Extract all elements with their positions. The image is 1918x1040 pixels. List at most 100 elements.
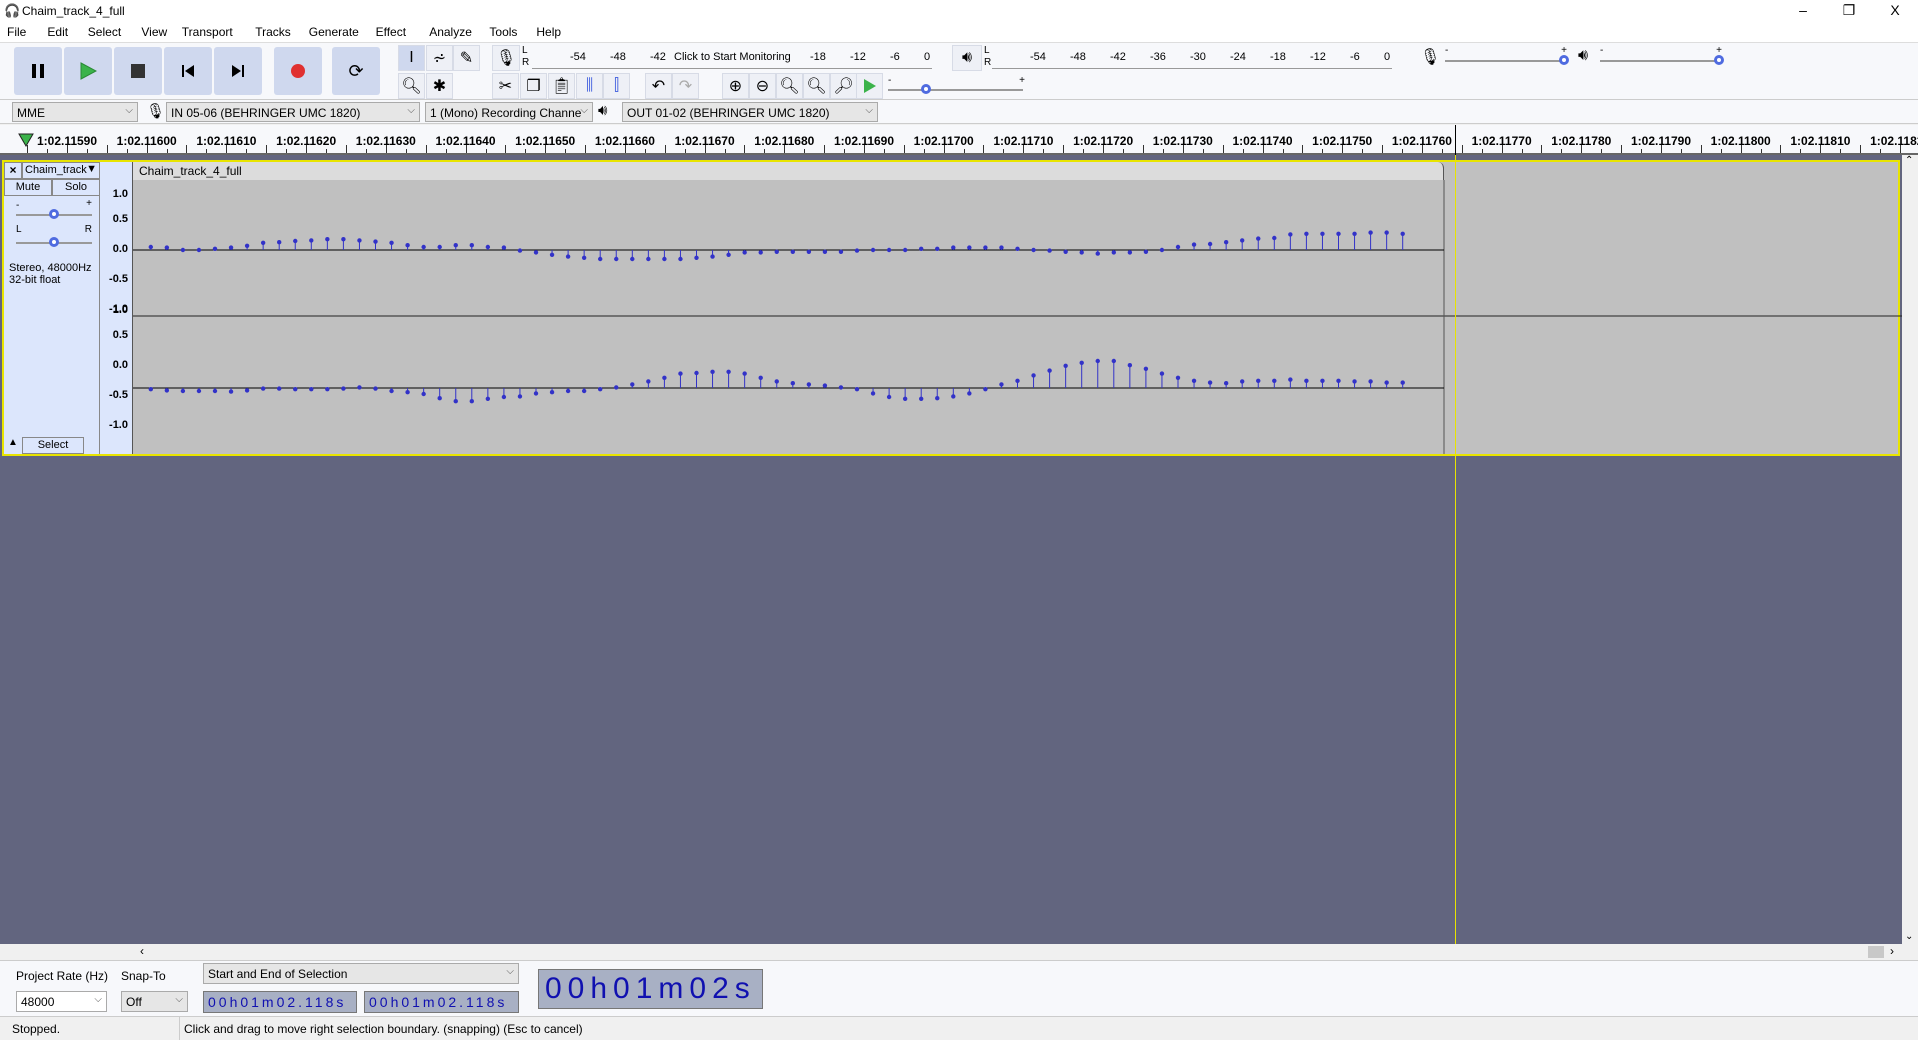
undo-button[interactable]: ↶ (645, 73, 672, 99)
sample-point[interactable] (1304, 231, 1309, 236)
fit-project-button[interactable]: 🔍︎ (803, 73, 830, 99)
scroll-up-icon[interactable]: ⌃ (1905, 155, 1913, 166)
menu-tracks[interactable]: Tracks (255, 25, 291, 39)
sample-point[interactable] (1288, 232, 1293, 237)
sample-point[interactable] (469, 243, 474, 248)
silence-button[interactable]: ⫿ (603, 73, 630, 99)
output-device-select[interactable]: OUT 01-02 (BEHRINGER UMC 1820) ⌵ (622, 102, 878, 122)
sample-point[interactable] (148, 244, 153, 250)
sample-point[interactable] (1111, 250, 1117, 255)
sample-point[interactable] (630, 256, 635, 262)
sample-point[interactable] (1400, 380, 1405, 385)
sample-point[interactable] (1240, 238, 1245, 243)
sample-point[interactable] (1223, 381, 1229, 386)
sample-point[interactable] (742, 250, 747, 255)
sample-point[interactable] (1159, 247, 1165, 253)
menu-edit[interactable]: Edit (47, 25, 68, 39)
skip-to-end-button[interactable] (214, 47, 262, 95)
menu-view[interactable]: View (141, 25, 167, 39)
sample-point[interactable] (1031, 373, 1036, 378)
multi-tool[interactable]: ✱ (426, 73, 453, 99)
sample-point[interactable] (1127, 363, 1133, 368)
sample-point[interactable] (293, 238, 298, 244)
sample-point[interactable] (1352, 379, 1357, 384)
sample-point[interactable] (983, 245, 988, 250)
sample-point[interactable] (405, 243, 410, 248)
sample-point[interactable] (228, 245, 234, 250)
sample-point[interactable] (244, 243, 250, 248)
sample-point[interactable] (212, 246, 218, 251)
sample-point[interactable] (437, 396, 442, 401)
zoom-in-button[interactable]: ⊕ (722, 73, 749, 99)
scrollbar-thumb[interactable] (1868, 946, 1884, 958)
sample-point[interactable] (1191, 378, 1197, 383)
sample-point[interactable] (533, 391, 539, 396)
sample-point[interactable] (164, 388, 170, 393)
sample-point[interactable] (309, 238, 314, 243)
sample-point[interactable] (180, 247, 186, 253)
sample-point[interactable] (212, 388, 218, 394)
waveform[interactable] (4, 162, 1902, 454)
sample-point[interactable] (919, 396, 924, 401)
sample-point[interactable] (1240, 379, 1245, 384)
sample-point[interactable] (951, 394, 956, 399)
menu-transport[interactable]: Transport (182, 25, 233, 39)
sample-point[interactable] (1400, 231, 1405, 236)
sample-point[interactable] (1079, 250, 1084, 255)
sample-point[interactable] (437, 244, 442, 250)
sample-point[interactable] (1111, 358, 1117, 364)
sample-point[interactable] (453, 243, 458, 248)
sample-point[interactable] (293, 387, 298, 392)
sample-point[interactable] (373, 386, 378, 391)
sample-point[interactable] (838, 385, 844, 390)
sample-point[interactable] (485, 244, 491, 250)
sample-point[interactable] (614, 385, 619, 390)
sample-point[interactable] (325, 387, 330, 392)
record-meter[interactable]: Click to Start Monitoring -54 -48 -42 -18 -1… (532, 45, 932, 69)
audio-host-select[interactable]: MME ⌵ (12, 102, 138, 122)
sample-point[interactable] (357, 238, 362, 243)
sample-point[interactable] (421, 244, 426, 250)
sample-point[interactable] (1047, 368, 1052, 373)
sample-point[interactable] (1368, 230, 1373, 235)
sample-point[interactable] (1127, 250, 1133, 255)
sample-point[interactable] (854, 248, 860, 253)
sample-point[interactable] (678, 256, 683, 262)
sample-point[interactable] (1223, 240, 1229, 245)
sample-point[interactable] (967, 391, 972, 396)
sample-point[interactable] (1191, 242, 1197, 247)
audio-track[interactable]: × Chaim_track ▼ Mute Solo - + L R Stereo,… (2, 160, 1902, 456)
sample-point[interactable] (148, 387, 153, 392)
scroll-down-icon[interactable]: ⌄ (1905, 931, 1913, 942)
sample-point[interactable] (485, 396, 491, 401)
monitor-label[interactable]: Click to Start Monitoring (674, 51, 791, 63)
sample-point[interactable] (614, 256, 619, 262)
selection-start-time[interactable]: 00h01m02.118s (203, 991, 357, 1013)
selection-tool[interactable]: I (398, 45, 425, 71)
scroll-left-icon[interactable]: ‹ (140, 944, 144, 958)
sample-point[interactable] (646, 256, 651, 262)
sample-point[interactable] (806, 249, 812, 254)
selection-mode-select[interactable]: Start and End of Selection ⌵ (203, 963, 519, 984)
sample-point[interactable] (1207, 241, 1213, 247)
sample-point[interactable] (951, 245, 956, 250)
sample-point[interactable] (886, 247, 892, 253)
audio-position-display[interactable]: 00h01m02s (538, 969, 763, 1009)
sample-point[interactable] (774, 249, 779, 254)
sample-point[interactable] (1352, 231, 1357, 236)
sample-point[interactable] (196, 247, 202, 253)
zoom-tool[interactable]: 🔍︎ (398, 73, 425, 99)
play-speed-slider[interactable]: - + (888, 75, 1025, 99)
sample-point[interactable] (421, 391, 426, 397)
redo-button[interactable]: ↷ (672, 73, 699, 99)
sample-point[interactable] (565, 254, 571, 259)
sample-point[interactable] (533, 250, 539, 255)
scroll-right-icon[interactable]: › (1890, 944, 1894, 958)
sample-point[interactable] (1320, 231, 1325, 236)
sample-point[interactable] (517, 394, 523, 399)
envelope-tool[interactable]: ⩫ (426, 45, 453, 71)
sample-point[interactable] (309, 387, 314, 392)
sample-point[interactable] (935, 246, 940, 251)
selection-cursor-line[interactable] (1455, 155, 1456, 944)
sample-point[interactable] (1272, 235, 1277, 241)
